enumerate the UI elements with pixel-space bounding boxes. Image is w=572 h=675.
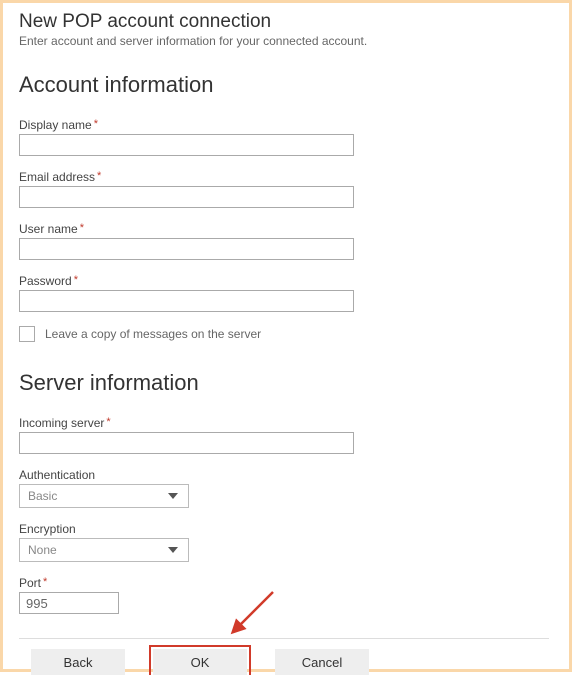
required-asterisk: * (94, 118, 98, 130)
authentication-value: Basic (28, 489, 168, 503)
page-subtitle: Enter account and server information for… (19, 34, 553, 48)
authentication-group: Authentication Basic (19, 468, 553, 508)
user-name-group: User name* (19, 222, 553, 260)
user-name-label: User name* (19, 222, 553, 236)
authentication-label: Authentication (19, 468, 553, 482)
page-title: New POP account connection (19, 11, 553, 33)
incoming-server-input[interactable] (19, 432, 354, 454)
incoming-server-group: Incoming server* (19, 416, 553, 454)
back-button[interactable]: Back (31, 649, 125, 675)
account-info-heading: Account information (19, 72, 553, 98)
server-info-heading: Server information (19, 370, 553, 396)
required-asterisk: * (74, 274, 78, 286)
required-asterisk: * (43, 576, 47, 588)
dialog-frame: New POP account connection Enter account… (0, 0, 572, 672)
email-address-group: Email address* (19, 170, 553, 208)
button-row: Back OK Cancel (19, 649, 553, 675)
password-group: Password* (19, 274, 553, 312)
display-name-label: Display name* (19, 118, 553, 132)
password-label: Password* (19, 274, 553, 288)
required-asterisk: * (80, 222, 84, 234)
chevron-down-icon (168, 493, 178, 499)
display-name-group: Display name* (19, 118, 553, 156)
encryption-select[interactable]: None (19, 538, 189, 562)
ok-button[interactable]: OK (153, 649, 247, 675)
leave-copy-label[interactable]: Leave a copy of messages on the server (45, 327, 261, 341)
email-address-label: Email address* (19, 170, 553, 184)
user-name-input[interactable] (19, 238, 354, 260)
divider (19, 638, 549, 639)
authentication-select[interactable]: Basic (19, 484, 189, 508)
port-label: Port* (19, 576, 553, 590)
port-input[interactable] (19, 592, 119, 614)
display-name-input[interactable] (19, 134, 354, 156)
encryption-label: Encryption (19, 522, 553, 536)
encryption-group: Encryption None (19, 522, 553, 562)
port-group: Port* (19, 576, 553, 614)
password-input[interactable] (19, 290, 354, 312)
chevron-down-icon (168, 547, 178, 553)
encryption-value: None (28, 543, 168, 557)
required-asterisk: * (97, 170, 101, 182)
required-asterisk: * (106, 416, 110, 428)
leave-copy-row: Leave a copy of messages on the server (19, 326, 553, 342)
email-address-input[interactable] (19, 186, 354, 208)
incoming-server-label: Incoming server* (19, 416, 553, 430)
leave-copy-checkbox[interactable] (19, 326, 35, 342)
cancel-button[interactable]: Cancel (275, 649, 369, 675)
